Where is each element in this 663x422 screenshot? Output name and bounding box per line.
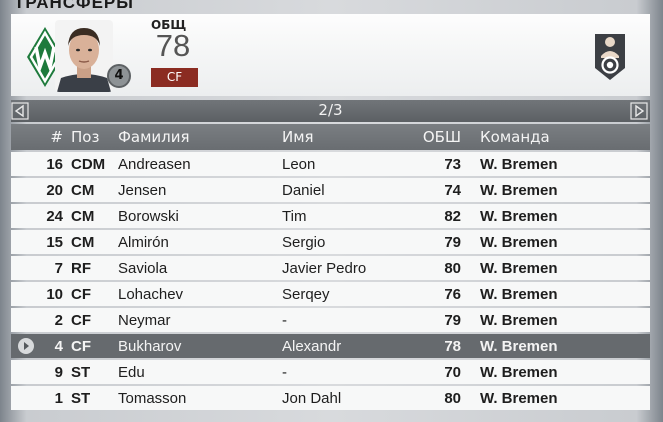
row-position: CF (71, 286, 91, 303)
row-number: 15 (46, 234, 63, 251)
row-ovr: 74 (444, 182, 461, 199)
row-number: 20 (46, 182, 63, 199)
row-last-name: Almirón (118, 234, 169, 251)
player-list: 16 CDM Andreasen Leon 73 W. Bremen 20 CM Jensen D… (11, 152, 650, 412)
row-last-name: Bukharov (118, 338, 182, 355)
row-last-name: Borowski (118, 208, 179, 225)
row-first-name: Jon Dahl (282, 390, 342, 407)
position-badge: CF (151, 68, 198, 87)
row-first-name: Serqey (282, 286, 330, 303)
row-ovr: 79 (444, 312, 461, 329)
row-number: 2 (54, 312, 63, 329)
player-photo (55, 20, 113, 92)
row-first-name: Javier Pedro (282, 260, 367, 277)
row-first-name: - (282, 312, 287, 329)
row-position: CF (71, 338, 91, 355)
row-position: CM (71, 182, 95, 199)
row-position: CM (71, 208, 95, 225)
table-row[interactable]: 4 CF Bukharov Alexandr 78 W. Bremen (11, 334, 650, 358)
scout-icon[interactable] (591, 28, 629, 84)
table-header: # Поз Фамилия Имя ОБШ Команда (11, 124, 650, 150)
row-team: W. Bremen (480, 364, 558, 381)
table-row[interactable]: 7 RF Saviola Javier Pedro 80 W. Bremen (11, 256, 650, 280)
row-first-name: Leon (282, 156, 316, 173)
column-header-team[interactable]: Команда (480, 128, 550, 146)
row-team: W. Bremen (480, 182, 558, 199)
column-header-first-name[interactable]: Имя (282, 128, 314, 146)
row-last-name: Andreasen (118, 156, 191, 173)
row-team: W. Bremen (480, 208, 558, 225)
shirt-number-badge: 4 (107, 64, 131, 88)
row-position: RF (71, 260, 91, 277)
player-card: 4 ОБЩ 78 CF (11, 14, 650, 96)
row-position: ST (71, 390, 91, 407)
row-team: W. Bremen (480, 234, 558, 251)
row-team: W. Bremen (480, 156, 558, 173)
row-last-name: Neymar (118, 312, 171, 329)
table-row[interactable]: 16 CDM Andreasen Leon 73 W. Bremen (11, 152, 650, 176)
row-team: W. Bremen (480, 312, 558, 329)
column-header-last-name[interactable]: Фамилия (118, 128, 190, 146)
next-page-button[interactable] (630, 102, 648, 120)
row-position: CM (71, 234, 95, 251)
screen-title: ТРАНСФЕРЫ (14, 0, 134, 12)
row-ovr: 76 (444, 286, 461, 303)
row-ovr: 73 (444, 156, 461, 173)
column-header-ovr[interactable]: ОБШ (416, 128, 461, 146)
row-ovr: 80 (444, 390, 461, 407)
row-ovr: 70 (444, 364, 461, 381)
ovr-value: 78 (155, 28, 191, 63)
table-row[interactable]: 15 CM Almirón Sergio 79 W. Bremen (11, 230, 650, 254)
row-last-name: Saviola (118, 260, 168, 277)
row-last-name: Lohachev (118, 286, 184, 303)
row-ovr: 79 (444, 234, 461, 251)
row-first-name: Sergio (282, 234, 326, 251)
page-indicator: 2/3 (318, 101, 343, 119)
row-number: 16 (46, 156, 63, 173)
table-row[interactable]: 1 ST Tomasson Jon Dahl 80 W. Bremen (11, 386, 650, 410)
column-header-number[interactable]: # (15, 128, 63, 146)
table-row[interactable]: 20 CM Jensen Daniel 74 W. Bremen (11, 178, 650, 202)
table-row[interactable]: 10 CF Lohachev Serqey 76 W. Bremen (11, 282, 650, 306)
row-ovr: 80 (444, 260, 461, 277)
pagination-bar: 2/3 (11, 100, 650, 122)
row-first-name: Alexandr (282, 338, 342, 355)
row-first-name: Tim (282, 208, 307, 225)
column-header-position[interactable]: Поз (71, 128, 99, 146)
row-position: ST (71, 364, 91, 381)
row-ovr: 78 (444, 338, 461, 355)
table-row[interactable]: 2 CF Neymar - 79 W. Bremen (11, 308, 650, 332)
table-row[interactable]: 24 CM Borowski Tim 82 W. Bremen (11, 204, 650, 228)
row-last-name: Jensen (118, 182, 167, 199)
row-team: W. Bremen (480, 286, 558, 303)
table-row[interactable]: 9 ST Edu - 70 W. Bremen (11, 360, 650, 384)
row-number: 4 (54, 338, 63, 355)
row-number: 1 (54, 390, 63, 407)
row-team: W. Bremen (480, 390, 558, 407)
row-first-name: Daniel (282, 182, 325, 199)
row-position: CDM (71, 156, 106, 173)
row-number: 9 (54, 364, 63, 381)
row-last-name: Tomasson (118, 390, 187, 407)
row-team: W. Bremen (480, 260, 558, 277)
row-last-name: Edu (118, 364, 145, 381)
row-position: CF (71, 312, 91, 329)
row-first-name: - (282, 364, 287, 381)
row-ovr: 82 (444, 208, 461, 225)
row-number: 24 (46, 208, 63, 225)
row-team: W. Bremen (480, 338, 558, 355)
row-number: 10 (46, 286, 63, 303)
row-number: 7 (54, 260, 63, 277)
